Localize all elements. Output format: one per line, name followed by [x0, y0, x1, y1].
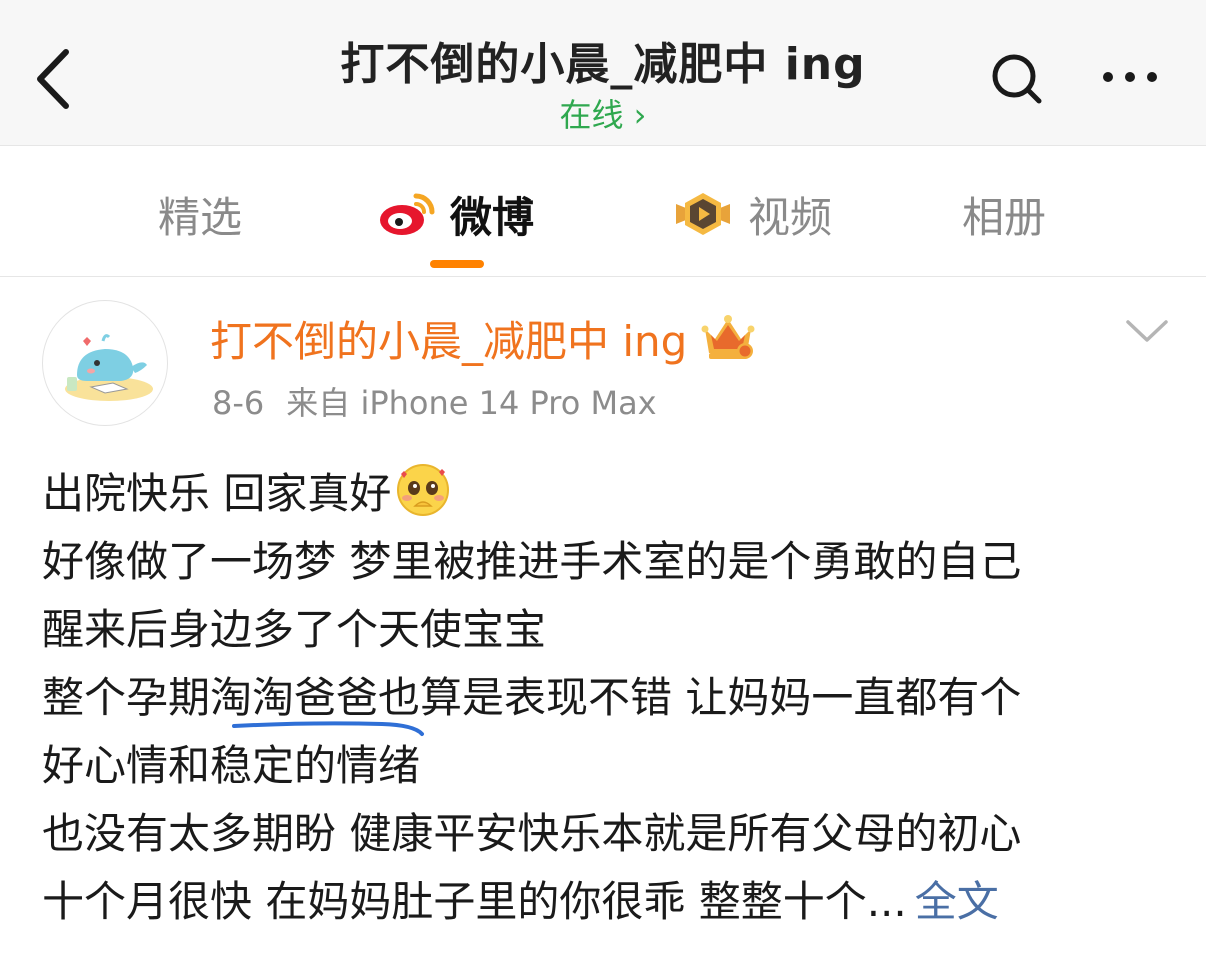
post-line: 十个月很快 在妈妈肚子里的你很乖 整整十个... 全文 — [42, 877, 999, 926]
tab-label: 视频 — [748, 192, 833, 242]
profile-tabs: 精选 微博 视频 相册 — [0, 146, 1206, 276]
tab-weibo[interactable]: 微博 — [378, 184, 534, 244]
post-line: 好心情和稳定的情绪 — [42, 741, 421, 790]
avatar-whale-illustration — [65, 334, 153, 401]
post-line: 醒来后身边多了个天使宝宝 — [42, 605, 547, 654]
tab-featured[interactable]: 精选 — [158, 184, 242, 244]
weibo-logo-icon — [380, 193, 435, 235]
video-badge-icon — [676, 193, 730, 235]
post-source: 来自 iPhone 14 Pro Max — [286, 384, 657, 422]
tab-label: 精选 — [158, 192, 243, 242]
divider — [0, 276, 1206, 277]
post-line: 也没有太多期盼 健康平安快乐本就是所有父母的初心 — [42, 809, 1022, 858]
tab-video[interactable]: 视频 — [672, 184, 832, 244]
vip-crown-icon[interactable] — [699, 313, 757, 363]
more-icon[interactable] — [1100, 62, 1160, 92]
tab-album[interactable]: 相册 — [962, 184, 1046, 244]
post-meta: 8-6 来自 iPhone 14 Pro Max — [212, 378, 657, 424]
tab-label: 相册 — [962, 192, 1047, 242]
post-line: 整个孕期淘淘爸爸也算是表现不错 让妈妈一直都有个 — [42, 664, 1182, 736]
emoji-blush-icon — [397, 464, 450, 516]
full-text-link[interactable]: 全文 — [915, 877, 999, 926]
post-content: 出院快乐 回家真好 好像做了一场梦 梦里被推进手术室的是个勇敢的自己 醒来后身边… — [42, 460, 1182, 936]
author-name[interactable]: 打不倒的小晨_减肥中 ing — [210, 308, 687, 369]
tab-label: 微博 — [450, 192, 535, 242]
navigation-bar: 打不倒的小晨_减肥中 ing 在线 › — [0, 0, 1206, 145]
post-date: 8-6 — [212, 384, 265, 422]
search-icon[interactable] — [988, 50, 1044, 106]
active-tab-indicator — [430, 260, 484, 268]
author-row: 打不倒的小晨_减肥中 ing — [210, 308, 757, 368]
post-line: 出院快乐 回家真好 — [42, 460, 1182, 528]
avatar[interactable] — [42, 300, 168, 426]
post-line: 好像做了一场梦 梦里被推进手术室的是个勇敢的自己 — [42, 537, 1022, 586]
chevron-down-icon[interactable] — [1124, 314, 1170, 346]
